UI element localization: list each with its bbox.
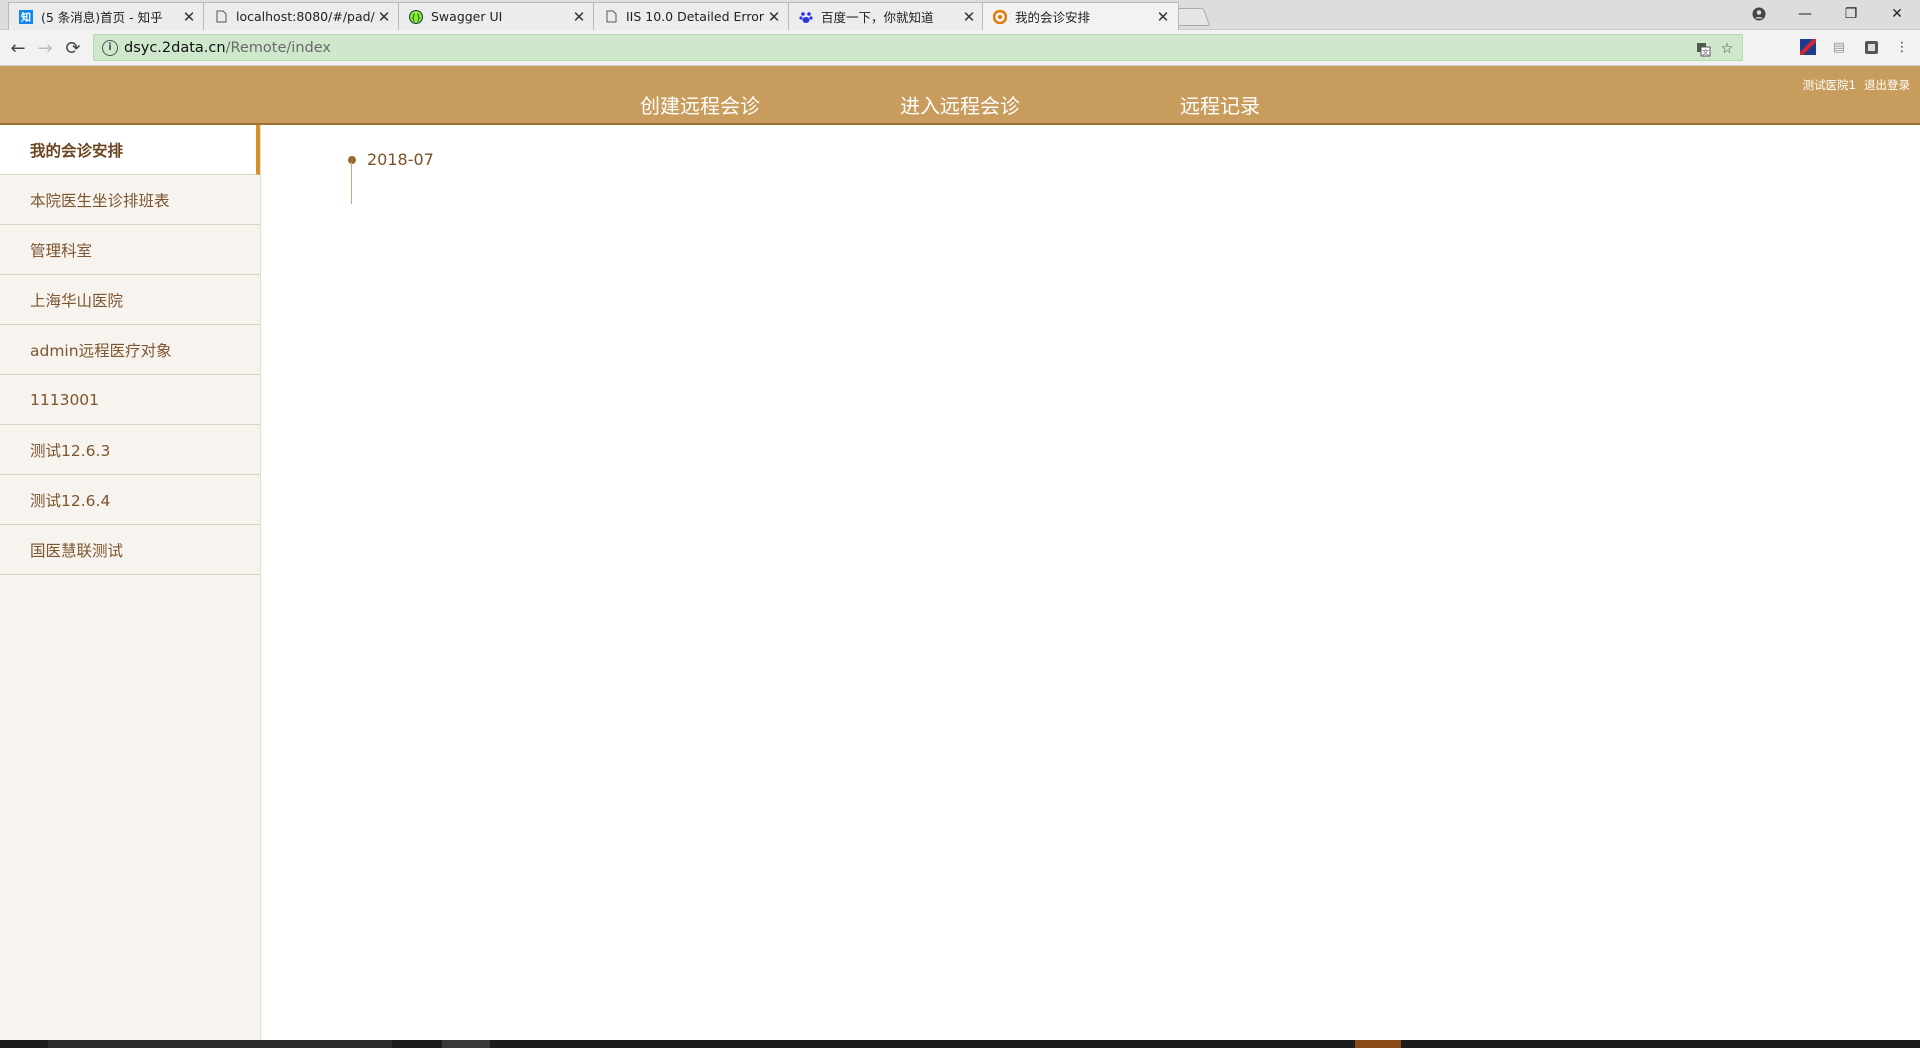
nav-consultation-records[interactable]: 远程记录 xyxy=(1180,90,1260,119)
forward-icon[interactable]: → xyxy=(33,36,57,60)
svg-text:{}: {} xyxy=(411,13,421,22)
extension-pocket-icon[interactable] xyxy=(1862,38,1880,56)
timeline-month[interactable]: 2018-07 xyxy=(367,150,434,169)
sidebar-item-test-1264[interactable]: 测试12.6.4 xyxy=(0,475,260,525)
sidebar-item-label: 本院医生坐诊排班表 xyxy=(30,191,170,210)
sidebar-item-label: 国医慧联测试 xyxy=(30,541,124,560)
sidebar-item-label: 测试12.6.3 xyxy=(30,441,111,460)
back-icon[interactable]: ← xyxy=(6,36,30,60)
user-area: 测试医院1 退出登录 xyxy=(1795,77,1910,93)
close-icon[interactable]: ✕ xyxy=(1154,8,1172,26)
timeline-line xyxy=(351,162,352,204)
os-taskbar xyxy=(0,1040,1920,1048)
browser-toolbar: ← → ⟳ i dsyc.2data.cn/Remote/index 文 ☆ ▤… xyxy=(0,30,1920,66)
close-icon[interactable]: ✕ xyxy=(180,8,198,26)
taskbar-app-active[interactable] xyxy=(1355,1040,1401,1048)
reload-icon[interactable]: ⟳ xyxy=(61,36,85,60)
tab-title: 百度一下，你就知道 xyxy=(821,10,934,25)
browser-tab-baidu[interactable]: 百度一下，你就知道 ✕ xyxy=(788,2,985,30)
nav-enter-consultation[interactable]: 进入远程会诊 xyxy=(900,90,1020,119)
tab-title: Swagger UI xyxy=(431,9,503,24)
close-icon[interactable]: ✕ xyxy=(765,8,783,26)
close-icon[interactable]: ✕ xyxy=(375,8,393,26)
sidebar-item-label: 上海华山医院 xyxy=(30,291,124,310)
window-close-icon[interactable]: ✕ xyxy=(1874,0,1920,28)
sidebar-item-my-schedule[interactable]: 我的会诊安排 xyxy=(0,125,260,175)
sidebar-item-label: admin远程医疗对象 xyxy=(30,341,172,360)
close-icon[interactable]: ✕ xyxy=(570,8,588,26)
tab-title: localhost:8080/#/pad/c xyxy=(236,9,375,24)
browser-tab-iis-error[interactable]: IIS 10.0 Detailed Error - ✕ xyxy=(593,2,790,30)
address-path: /Remote/index xyxy=(225,39,331,56)
sidebar-item-label: 测试12.6.4 xyxy=(30,491,111,510)
page-icon xyxy=(604,10,618,24)
baidu-icon xyxy=(799,10,813,24)
sidebar-item-doctor-roster[interactable]: 本院医生坐诊排班表 xyxy=(0,175,260,225)
sidebar-item-label: 1113001 xyxy=(30,390,100,409)
svg-text:文: 文 xyxy=(1702,47,1709,56)
tab-title: IIS 10.0 Detailed Error - xyxy=(626,9,765,24)
sidebar-item-test-1263[interactable]: 测试12.6.3 xyxy=(0,425,260,475)
page-icon xyxy=(214,10,228,24)
taskbar-app[interactable] xyxy=(442,1040,490,1048)
bookmark-star-icon[interactable]: ☆ xyxy=(1718,40,1736,58)
close-icon[interactable]: ✕ xyxy=(960,8,978,26)
nav-create-consultation[interactable]: 创建远程会诊 xyxy=(640,90,760,119)
translate-icon[interactable]: 文 xyxy=(1694,40,1712,58)
sidebar-item-label: 管理科室 xyxy=(30,241,93,260)
site-header: 创建远程会诊 进入远程会诊 远程记录 测试医院1 退出登录 xyxy=(0,66,1920,125)
sidebar-item-manage-departments[interactable]: 管理科室 xyxy=(0,225,260,275)
minimize-icon[interactable]: — xyxy=(1782,0,1828,28)
site-icon xyxy=(993,9,1007,24)
browser-tab-swagger[interactable]: {} Swagger UI ✕ xyxy=(398,2,595,30)
tab-title: (5 条消息)首页 - 知乎 xyxy=(41,10,163,25)
restore-icon[interactable]: ❐ xyxy=(1828,0,1874,28)
user-name[interactable]: 测试医院1 xyxy=(1803,78,1856,92)
sidebar-item-admin-remote-target[interactable]: admin远程医疗对象 xyxy=(0,325,260,375)
sidebar-item-guoyi-test[interactable]: 国医慧联测试 xyxy=(0,525,260,575)
address-bar[interactable]: i dsyc.2data.cn/Remote/index 文 ☆ xyxy=(93,34,1743,61)
timeline-dot xyxy=(348,156,356,164)
browser-tab-bar: 知 (5 条消息)首页 - 知乎 ✕ localhost:8080/#/pad/… xyxy=(0,0,1920,30)
profile-icon[interactable] xyxy=(1736,0,1782,28)
sidebar: 我的会诊安排 本院医生坐诊排班表 管理科室 上海华山医院 admin远程医疗对象… xyxy=(0,125,261,1040)
browser-tab-active[interactable]: 我的会诊安排 ✕ xyxy=(982,2,1179,30)
address-host: dsyc.2data.cn xyxy=(124,39,226,56)
extension-reader-icon[interactable]: ▤ xyxy=(1830,38,1848,56)
main-content: 2018-07 xyxy=(261,125,1920,1040)
sidebar-item-huashan-hospital[interactable]: 上海华山医院 xyxy=(0,275,260,325)
sidebar-item-1113001[interactable]: 1113001 xyxy=(0,375,260,425)
menu-kebab-icon[interactable]: ⋮ xyxy=(1893,38,1911,56)
taskbar-search[interactable] xyxy=(48,1040,392,1048)
swagger-icon: {} xyxy=(409,9,423,24)
info-icon[interactable]: i xyxy=(102,39,118,56)
extension-flag-icon[interactable] xyxy=(1799,38,1817,56)
browser-tab-zhihu[interactable]: 知 (5 条消息)首页 - 知乎 ✕ xyxy=(8,2,205,30)
tab-title: 我的会诊安排 xyxy=(1015,10,1091,25)
sidebar-item-label: 我的会诊安排 xyxy=(30,141,124,160)
browser-tab-localhost[interactable]: localhost:8080/#/pad/c ✕ xyxy=(203,2,400,30)
logout-link[interactable]: 退出登录 xyxy=(1864,78,1910,92)
zhihu-icon: 知 xyxy=(19,9,33,24)
